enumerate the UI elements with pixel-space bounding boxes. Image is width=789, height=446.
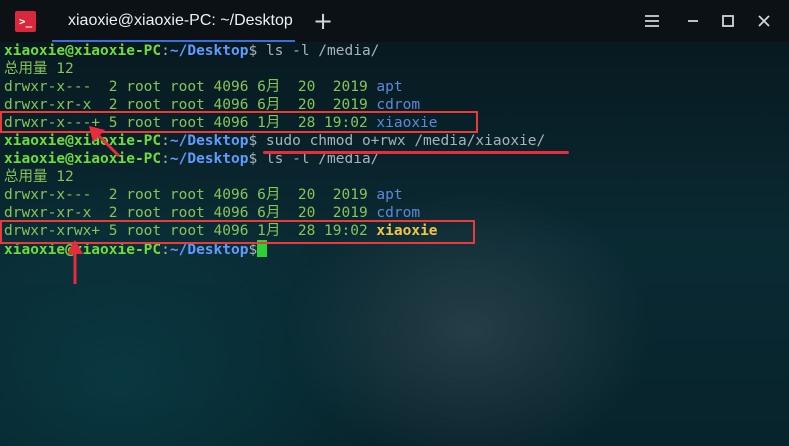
listing-row: drwxr-x--- 2 root root 4096 6月 20 2019 a… (4, 186, 789, 204)
minimize-icon (688, 20, 698, 22)
annotation-box-before (0, 111, 478, 133)
prompt-sep: : (161, 133, 170, 149)
prompt-user: xiaoxie@xiaoxie-PC (4, 151, 162, 167)
command-text: ls -l /media/ (257, 43, 380, 59)
title-bar: >_ xiaoxie@xiaoxie-PC: ~/Desktop + (0, 0, 789, 42)
prompt-sep: : (161, 242, 170, 258)
command-text: sudo chmod o+rwx /media/xiaoxie/ (257, 133, 546, 149)
maximize-button[interactable] (717, 10, 739, 32)
annotation-arrow-up-icon (67, 240, 83, 284)
annotation-underline-command (263, 151, 569, 154)
total-line: 总用量 12 (4, 169, 74, 185)
listing-row: drwxr-x--- 2 root root 4096 6月 20 2019 a… (4, 78, 789, 96)
new-tab-button[interactable]: + (310, 8, 336, 34)
prompt-path: ~/Desktop (169, 242, 249, 258)
prompt-end: $ (248, 133, 258, 149)
terminal-app-icon[interactable]: >_ (15, 11, 36, 32)
prompt-end: $ (248, 242, 258, 258)
tab-label: xiaoxie@xiaoxie-PC: ~/Desktop (68, 12, 293, 29)
listing-name: apt (376, 187, 403, 203)
close-button[interactable] (753, 10, 775, 32)
prompt-path: ~/Desktop (169, 151, 249, 167)
prompt-end: $ (248, 43, 258, 59)
hamburger-menu-icon (645, 15, 659, 27)
listing-meta: drwxr-x--- 2 root root 4096 6月 20 2019 (4, 187, 377, 203)
annotation-arrow-up-left-icon (89, 126, 121, 158)
prompt-line-1: xiaoxie@xiaoxie-PC:~/Desktop$ ls -l /med… (4, 42, 789, 60)
listing-name: apt (376, 79, 403, 95)
minimize-button[interactable] (682, 10, 704, 32)
prompt-user: xiaoxie@xiaoxie-PC (4, 43, 162, 59)
prompt-sep: : (161, 43, 170, 59)
terminal-window: >_ xiaoxie@xiaoxie-PC: ~/Desktop + xiaox… (0, 0, 789, 446)
total-line: 总用量 12 (4, 61, 74, 77)
prompt-user: xiaoxie@xiaoxie-PC (4, 133, 162, 149)
prompt-path: ~/Desktop (169, 43, 249, 59)
prompt-sep: : (161, 151, 170, 167)
listing-meta: drwxr-x--- 2 root root 4096 6月 20 2019 (4, 79, 377, 95)
prompt-path: ~/Desktop (169, 133, 249, 149)
tab-desktop[interactable]: xiaoxie@xiaoxie-PC: ~/Desktop (52, 0, 295, 42)
menu-button[interactable] (641, 10, 663, 32)
listing-meta: drwxr-xr-x 2 root root 4096 6月 20 2019 (4, 205, 377, 221)
prompt-end: $ (248, 151, 258, 167)
maximize-icon (722, 15, 734, 27)
close-icon (758, 15, 770, 27)
listing-name: cdrom (376, 205, 421, 221)
